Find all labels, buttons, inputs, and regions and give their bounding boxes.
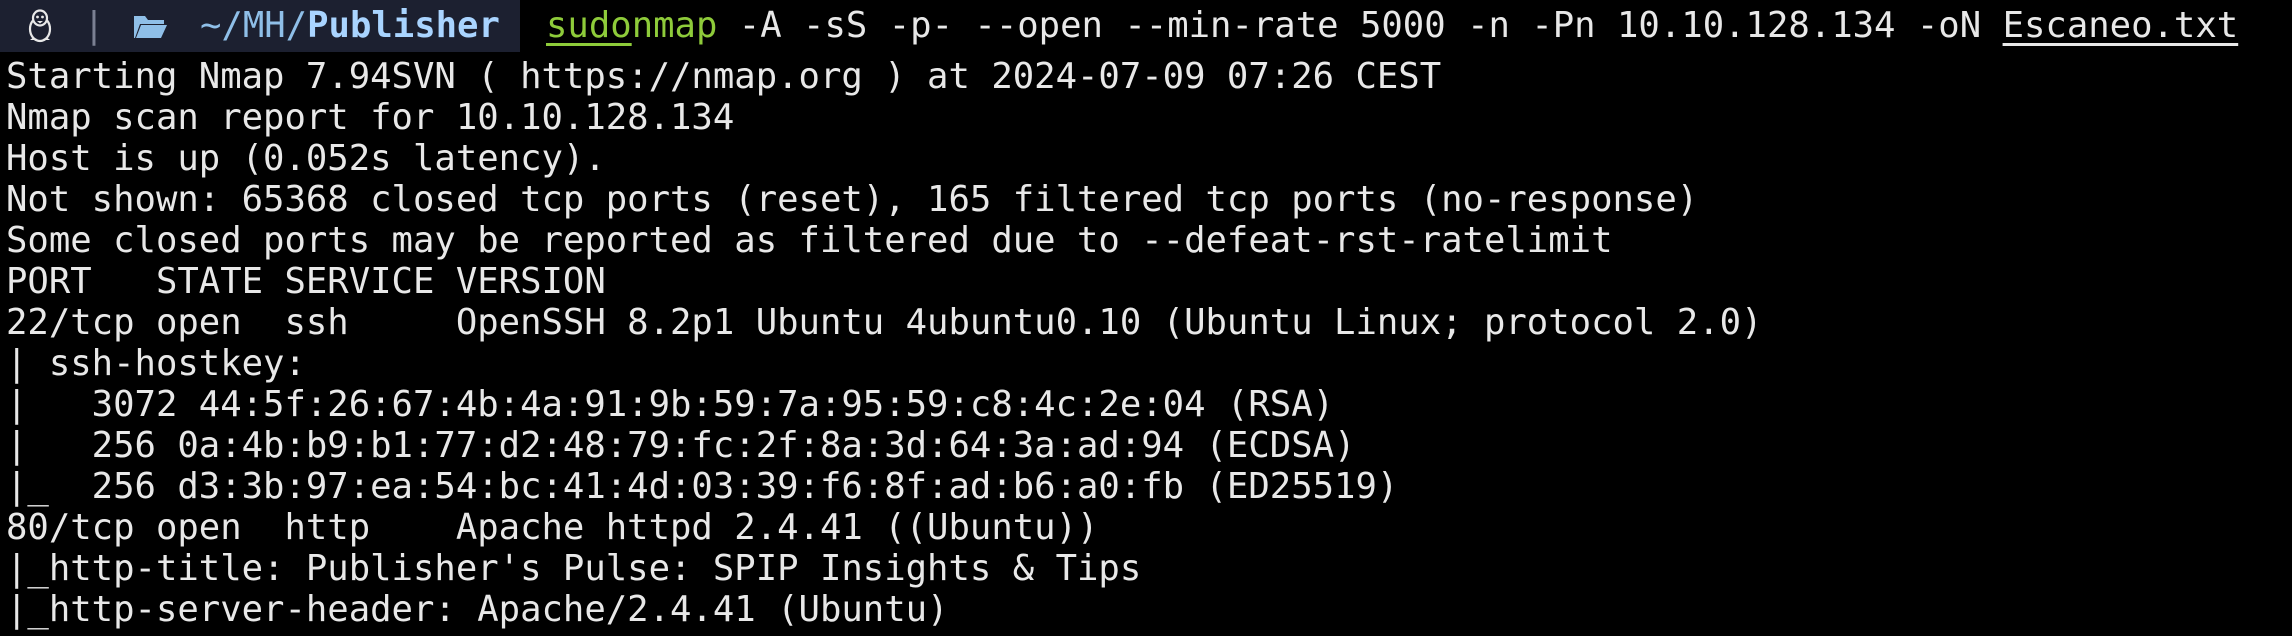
output-line: 22/tcp open ssh OpenSSH 8.2p1 Ubuntu 4ub… bbox=[6, 302, 1763, 343]
output-line: 80/tcp open http Apache httpd 2.4.41 ((U… bbox=[6, 507, 1099, 548]
tux-icon bbox=[20, 6, 60, 46]
prompt-separator: | bbox=[83, 5, 105, 46]
output-line: |_http-server-header: Apache/2.4.41 (Ubu… bbox=[6, 589, 949, 630]
command-output: Starting Nmap 7.94SVN ( https://nmap.org… bbox=[6, 56, 1762, 630]
command-sudo: sudo bbox=[546, 5, 632, 46]
output-line: |_http-title: Publisher's Pulse: SPIP In… bbox=[6, 548, 1142, 589]
output-line: Starting Nmap 7.94SVN ( https://nmap.org… bbox=[6, 56, 1442, 97]
output-line: Not shown: 65368 closed tcp ports (reset… bbox=[6, 179, 1699, 220]
command-args: -A -sS -p- --open --min-rate 5000 -n -Pn… bbox=[717, 5, 2003, 46]
terminal-window[interactable]: | ~/MH/Publisher sudo nmap -A -sS -p- --… bbox=[0, 0, 2292, 636]
output-line: |_ 256 d3:3b:97:ea:54:bc:41:4d:03:39:f6:… bbox=[6, 466, 1399, 507]
output-line: Some closed ports may be reported as fil… bbox=[6, 220, 1613, 261]
folder-open-icon bbox=[132, 6, 176, 46]
command-output-file: Escaneo.txt bbox=[2002, 5, 2239, 46]
command-line[interactable]: sudo nmap -A -sS -p- --open --min-rate 5… bbox=[546, 6, 2238, 46]
path-current-dir: Publisher bbox=[307, 5, 500, 46]
path-prefix: ~/MH/ bbox=[200, 5, 308, 46]
output-line: | 3072 44:5f:26:67:4b:4a:91:9b:59:7a:95:… bbox=[6, 384, 1335, 425]
command-program: nmap bbox=[631, 5, 718, 46]
output-line: Nmap scan report for 10.10.128.134 bbox=[6, 97, 735, 138]
prompt-path: ~/MH/Publisher bbox=[200, 6, 500, 46]
output-line: | 256 0a:4b:b9:b1:77:d2:48:79:fc:2f:8a:3… bbox=[6, 425, 1356, 466]
output-line: PORT STATE SERVICE VERSION bbox=[6, 261, 606, 302]
output-line: Host is up (0.052s latency). bbox=[6, 138, 606, 179]
output-line: | ssh-hostkey: bbox=[6, 343, 328, 384]
